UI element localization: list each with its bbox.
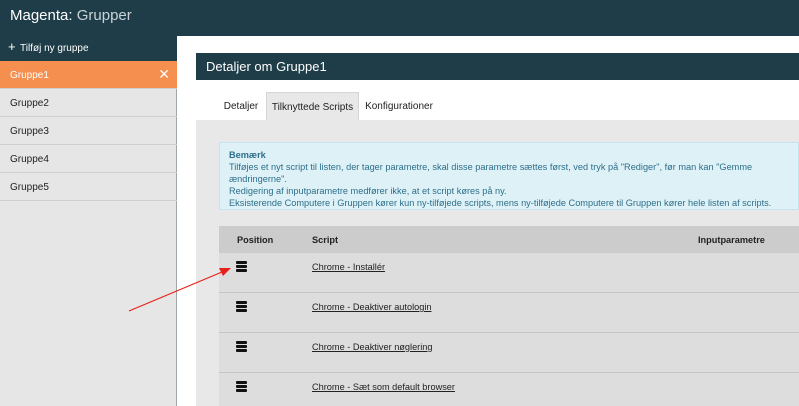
notice-box: Bemærk Tilføjes et nyt script til listen…: [219, 142, 799, 210]
plus-icon: +: [8, 39, 16, 54]
close-icon[interactable]: ✕: [158, 67, 170, 81]
notice-heading: Bemærk: [229, 150, 266, 160]
group-item-label: Gruppe5: [10, 182, 49, 193]
script-link[interactable]: Chrome - Deaktiver nøglering: [312, 342, 433, 352]
tab-bar: Detaljer Tilknyttede Scripts Konfigurati…: [196, 92, 799, 120]
group-item-gruppe5[interactable]: Gruppe5: [0, 173, 177, 201]
top-bar: Magenta: Grupper: [0, 0, 799, 36]
column-header-script: Script: [312, 235, 339, 245]
script-link[interactable]: Chrome - Sæt som default browser: [312, 382, 455, 392]
tab-tilknyttede-scripts[interactable]: Tilknyttede Scripts: [266, 92, 359, 120]
script-link[interactable]: Chrome - Deaktiver autologin: [312, 302, 432, 312]
tab-konfigurationer[interactable]: Konfigurationer: [359, 92, 439, 120]
notice-line: Redigering af inputparametre medfører ik…: [229, 186, 507, 196]
app-name: Magenta:: [10, 7, 73, 24]
main-content: Detaljer om Gruppe1 Detaljer Tilknyttede…: [177, 36, 799, 406]
group-item-label: Gruppe2: [10, 98, 49, 109]
group-item-gruppe1[interactable]: Gruppe1 ✕: [0, 61, 177, 89]
group-item-gruppe2[interactable]: Gruppe2: [0, 89, 177, 117]
tab-detaljer[interactable]: Detaljer: [211, 92, 271, 120]
panel-header: Detaljer om Gruppe1: [196, 53, 799, 80]
add-group-button[interactable]: + Tilføj ny gruppe: [0, 36, 177, 61]
sidebar: + Tilføj ny gruppe Gruppe1 ✕ Gruppe2 Gru…: [0, 36, 177, 406]
group-item-gruppe4[interactable]: Gruppe4: [0, 145, 177, 173]
group-item-gruppe3[interactable]: Gruppe3: [0, 117, 177, 145]
app-title: Magenta: Grupper: [10, 7, 132, 24]
notice-line: Tilføjes et nyt script til listen, der t…: [229, 162, 753, 184]
drag-handle-icon[interactable]: [236, 341, 247, 352]
group-item-label: Gruppe3: [10, 126, 49, 137]
group-list: Gruppe1 ✕ Gruppe2 Gruppe3 Gruppe4 Gruppe…: [0, 61, 177, 201]
add-group-label: Tilføj ny gruppe: [20, 43, 89, 54]
table-row: Chrome - Deaktiver nøglering: [219, 333, 799, 373]
script-link[interactable]: Chrome - Installér: [312, 262, 385, 272]
page-name: Grupper: [76, 7, 132, 24]
group-item-label: Gruppe1: [10, 70, 49, 81]
table-row: Chrome - Sæt som default browser: [219, 373, 799, 406]
drag-handle-icon[interactable]: [236, 381, 247, 392]
table-row: Chrome - Installér: [219, 253, 799, 293]
column-header-params: Inputparametre: [698, 235, 765, 245]
notice-line: Eksisterende Computere i Gruppen kører k…: [229, 198, 772, 208]
table-row: Chrome - Deaktiver autologin: [219, 293, 799, 333]
column-header-position: Position: [237, 235, 274, 245]
panel-group-name: Gruppe1: [276, 59, 327, 74]
scripts-table: Position Script Inputparametre Chrome - …: [219, 226, 799, 406]
table-header: Position Script Inputparametre: [219, 226, 799, 253]
drag-handle-icon[interactable]: [236, 301, 247, 312]
panel-title-prefix: Detaljer om: [206, 59, 273, 74]
panel-title: Detaljer om Gruppe1: [206, 59, 327, 74]
group-item-label: Gruppe4: [10, 154, 49, 165]
tab-content: Bemærk Tilføjes et nyt script til listen…: [196, 120, 799, 406]
drag-handle-icon[interactable]: [236, 261, 247, 272]
